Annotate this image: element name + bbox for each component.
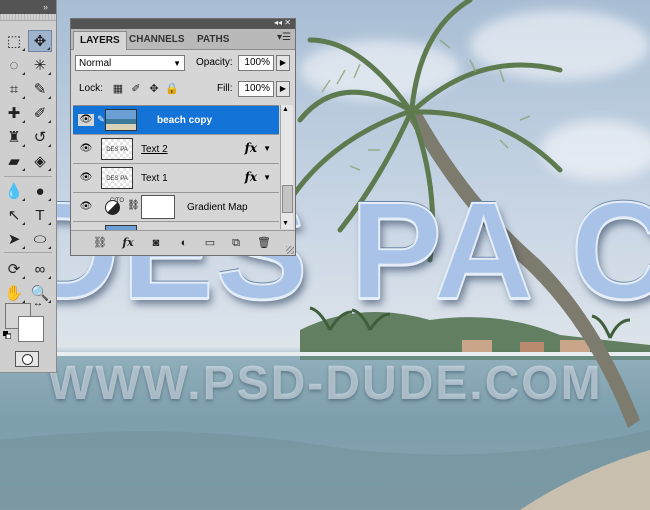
new-adjustment-layer-icon[interactable]: ◐ (175, 236, 193, 250)
visibility-eye-icon[interactable]: 👁 (78, 172, 94, 184)
move-tool[interactable]: ✥ (28, 30, 52, 52)
eraser-tool[interactable]: ▰ (2, 150, 26, 172)
default-colors-icon[interactable] (3, 331, 11, 339)
hand-tool[interactable]: ✋ (2, 282, 26, 304)
layers-bottom-toolbar: ⛓ fx ◙ ◐ ▭ ⧉ 🗑 (71, 230, 295, 255)
tools-titlebar[interactable]: » (0, 0, 56, 14)
fill-label: Fill: (217, 83, 233, 94)
blend-mode-select[interactable]: Normal ▼ (75, 55, 185, 71)
delete-layer-icon[interactable]: 🗑 (255, 236, 273, 250)
layer-name[interactable]: Gradient Map (187, 201, 248, 214)
resize-grip[interactable] (286, 246, 294, 254)
scroll-down-icon[interactable]: ▼ (282, 219, 289, 229)
3d-rotate-tool[interactable]: ⟳ (2, 258, 26, 280)
brush-tool[interactable]: ✐ (28, 102, 52, 124)
link-layers-icon[interactable]: ⛓ (91, 236, 109, 250)
layer-name[interactable]: beach copy (157, 114, 212, 127)
layer-row-gradient-map[interactable]: 👁 ⛓ Gradient Map (73, 193, 279, 222)
visibility-eye-icon[interactable]: 👁 (78, 114, 94, 126)
background-color-swatch[interactable] (18, 316, 44, 342)
lock-position-icon[interactable]: ✥ (147, 82, 161, 96)
layer-effects-icon[interactable]: fx (245, 141, 257, 155)
quick-mask-icon (21, 353, 33, 365)
direct-selection-tool[interactable]: ➤ (2, 228, 26, 250)
panel-collapse-close-icon[interactable]: ◂◂ ✕ (274, 18, 291, 27)
layer-mask-thumbnail[interactable] (141, 195, 175, 219)
add-mask-icon[interactable]: ◙ (147, 236, 165, 250)
opacity-input[interactable]: 100% (238, 55, 274, 71)
tool-separator (4, 252, 52, 253)
tab-paths[interactable]: PATHS (191, 31, 235, 49)
clone-stamp-tool[interactable]: ♜ (2, 126, 26, 148)
layer-name[interactable]: Text 2 (141, 143, 168, 156)
new-group-icon[interactable]: ▭ (201, 236, 219, 250)
layer-row-text-2[interactable]: 👁 DES PA CITO Text 2 fx ▼ (73, 135, 279, 175)
lock-fill-row: Lock: ▦ ✐ ✥ 🔒 Fill: 100% ▶ (75, 79, 291, 99)
layer-effects-icon[interactable]: fx (245, 170, 257, 184)
blend-mode-value: Normal (79, 58, 112, 69)
blend-opacity-row: Normal ▼ Opacity: 100% ▶ (75, 53, 291, 73)
type-layer-thumbnail: DES PA CITO (101, 167, 133, 204)
history-brush-tool[interactable]: ↺ (28, 126, 52, 148)
layer-row-partial[interactable]: 👁 (73, 222, 279, 230)
panel-menu-icon[interactable]: ▾☰ (277, 32, 291, 43)
fill-slider-button[interactable]: ▶ (276, 81, 290, 97)
layer-thumbnail (105, 109, 137, 131)
layer-list-scrollbar[interactable]: ▲ ▼ (280, 105, 293, 229)
tools-panel: » ⬚ ✥ ◌ ✳ ⌗ ✎ ✚ ✐ ♜ ↺ ▰ ◈ 💧 ● ↖ T ➤ ⬭ ⟳ ∞ ✋ 🔍 ↔ (0, 0, 57, 373)
visibility-eye-icon[interactable]: 👁 (78, 143, 94, 155)
lasso-tool[interactable]: ◌ (2, 54, 26, 76)
tab-channels[interactable]: CHANNELS (123, 31, 191, 49)
adjustment-layer-icon (105, 200, 120, 215)
lock-label: Lock: (79, 83, 103, 94)
scrollbar-thumb[interactable] (282, 185, 293, 213)
fill-input[interactable]: 100% (238, 81, 274, 97)
mask-link-icon[interactable]: ⛓ (127, 200, 140, 211)
collapse-icon[interactable]: » (43, 1, 48, 13)
dodge-tool[interactable]: ● (28, 180, 52, 202)
3d-orbit-tool[interactable]: ∞ (28, 258, 52, 280)
type-layer-thumbnail: DES PA CITO (101, 138, 133, 175)
chevron-down-icon: ▼ (173, 59, 181, 68)
expand-effects-icon[interactable]: ▼ (263, 144, 271, 153)
ellipse-tool[interactable]: ⬭ (28, 228, 52, 250)
layer-list: 👁 ✎ beach copy 👁 DES PA CITO Text 2 fx ▼… (73, 105, 279, 230)
swap-colors-icon[interactable]: ↔ (33, 298, 43, 309)
add-layer-style-icon[interactable]: fx (119, 236, 137, 250)
layers-panel: ◂◂ ✕ LAYERS CHANNELS PATHS ▾☰ Normal ▼ O… (70, 18, 296, 256)
layer-row-beach-copy[interactable]: 👁 ✎ beach copy (73, 106, 279, 135)
layer-row-text-1[interactable]: 👁 DES PA CITO Text 1 fx ▼ (73, 164, 279, 204)
path-selection-tool[interactable]: ↖ (2, 204, 26, 226)
tab-layers[interactable]: LAYERS (73, 31, 127, 50)
crop-tool[interactable]: ⌗ (2, 78, 26, 100)
layer-name[interactable]: Text 1 (141, 172, 168, 185)
watermark-text: WWW.PSD-DUDE.COM (48, 357, 603, 410)
lock-image-icon[interactable]: ✐ (129, 82, 143, 96)
tool-separator (4, 176, 52, 177)
expand-effects-icon[interactable]: ▼ (263, 173, 271, 182)
blur-tool[interactable]: 💧 (2, 180, 26, 202)
healing-brush-tool[interactable]: ✚ (2, 102, 26, 124)
panel-titlebar[interactable]: ◂◂ ✕ (71, 18, 295, 29)
type-tool[interactable]: T (28, 204, 52, 226)
lock-transparent-icon[interactable]: ▦ (111, 82, 125, 96)
paint-bucket-tool[interactable]: ◈ (28, 150, 52, 172)
quick-mask-button[interactable] (15, 351, 39, 367)
visibility-eye-icon[interactable]: 👁 (78, 201, 94, 213)
opacity-label: Opacity: (196, 57, 233, 68)
scroll-up-icon[interactable]: ▲ (282, 105, 289, 115)
eyedropper-tool[interactable]: ✎ (28, 78, 52, 100)
new-layer-icon[interactable]: ⧉ (227, 236, 245, 250)
tools-grip[interactable] (0, 14, 56, 21)
panel-tabs: LAYERS CHANNELS PATHS ▾☰ (71, 29, 295, 50)
lock-all-icon[interactable]: 🔒 (165, 82, 179, 96)
magic-wand-tool[interactable]: ✳ (28, 54, 52, 76)
opacity-slider-button[interactable]: ▶ (276, 55, 290, 71)
rectangular-marquee-tool[interactable]: ⬚ (2, 30, 26, 52)
